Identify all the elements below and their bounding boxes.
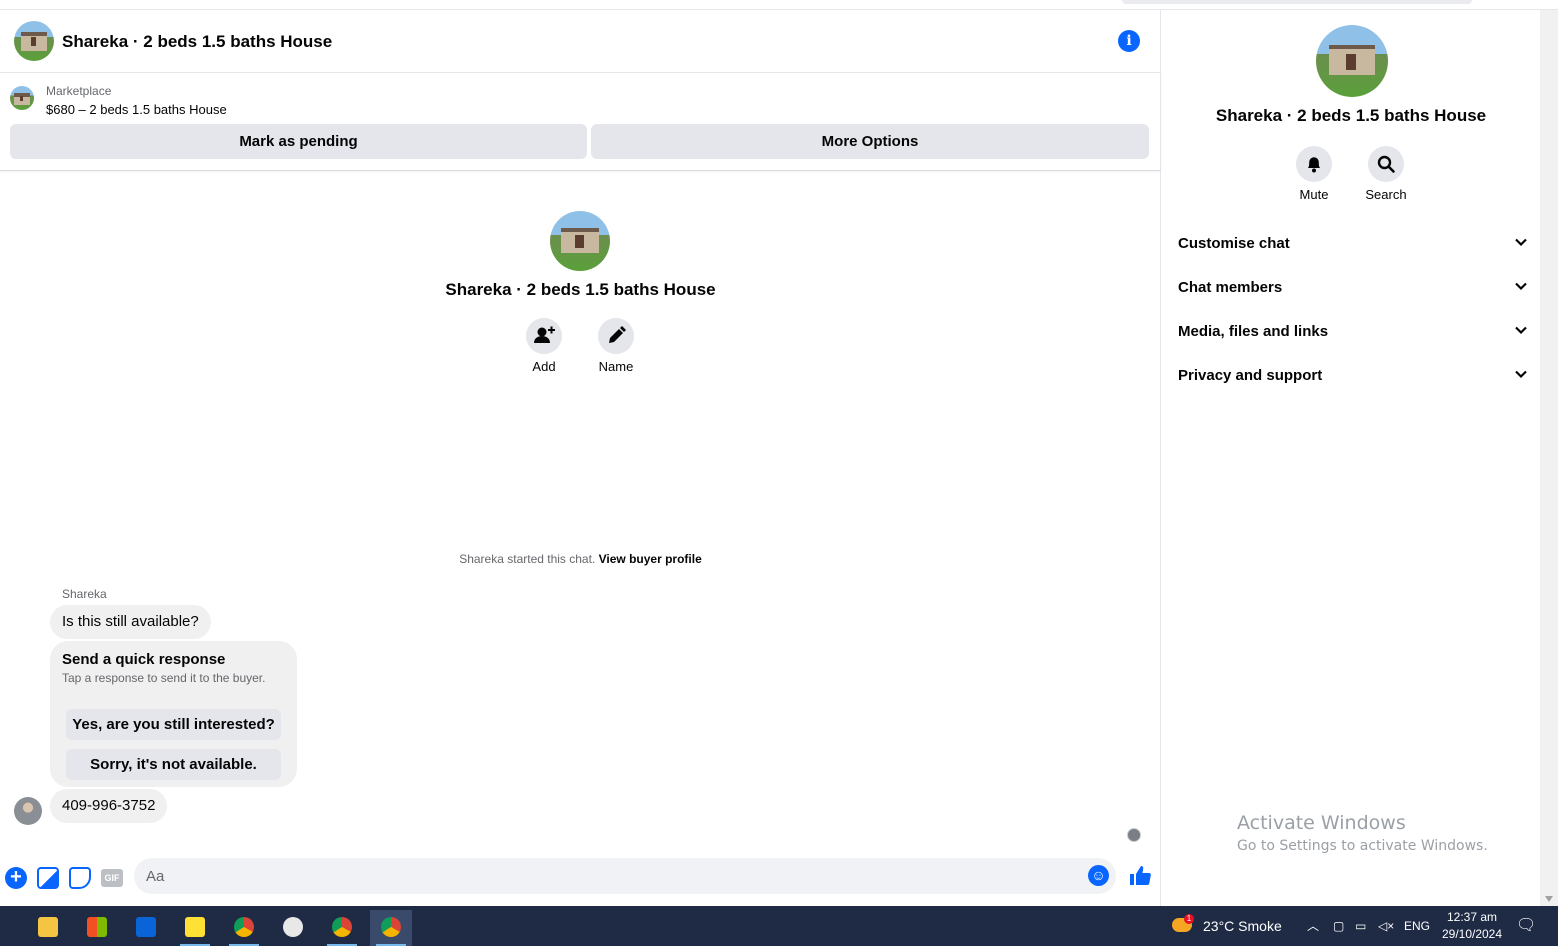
marketplace-listing-banner: Marketplace $680 – 2 beds 1.5 baths Hous…: [0, 73, 1161, 171]
section-label: Media, files and links: [1178, 323, 1329, 340]
chrome-pc-taskbar-button[interactable]: [321, 910, 363, 946]
gif-icon[interactable]: GIF: [101, 869, 123, 887]
chrome-icon: [234, 917, 254, 937]
chevron-down-icon: [1515, 282, 1527, 291]
seen-indicator-avatar: [1127, 828, 1141, 842]
messenger-app: Shareka · 2 beds 1.5 baths House i Marke…: [0, 0, 1558, 906]
name-label: Name: [598, 359, 634, 374]
chat-header: Shareka · 2 beds 1.5 baths House i: [0, 10, 1161, 73]
customise-chat-section[interactable]: Customise chat: [1178, 221, 1528, 265]
network-icon[interactable]: ▭: [1355, 906, 1366, 946]
sticker-icon[interactable]: [69, 867, 91, 889]
scroll-down-arrow-icon[interactable]: [1545, 896, 1553, 902]
weather-icon[interactable]: 1: [1172, 906, 1194, 946]
mark-as-pending-button[interactable]: Mark as pending: [10, 124, 587, 159]
chrome-icon: [381, 917, 401, 937]
weather-badge: 1: [1184, 914, 1194, 924]
clock-date: 29/10/2024: [1441, 927, 1503, 941]
chevron-down-icon: [1515, 326, 1527, 335]
sidebar-avatar[interactable]: [1316, 25, 1388, 97]
chat-members-section[interactable]: Chat members: [1178, 265, 1528, 309]
mail-icon: [136, 917, 156, 937]
plus-icon[interactable]: +: [5, 867, 27, 889]
name-button[interactable]: [598, 318, 634, 354]
sticky-notes-taskbar-button[interactable]: [174, 910, 216, 946]
quick-response-yes-button[interactable]: Yes, are you still interested?: [66, 709, 281, 740]
message-bubble[interactable]: Is this still available?: [50, 605, 211, 639]
quick-response-title: Send a quick response: [62, 651, 226, 668]
language-indicator[interactable]: ENG: [1404, 906, 1430, 946]
chat-details-sidebar: Shareka · 2 beds 1.5 baths House Mute Se…: [1162, 10, 1540, 906]
bell-icon: [1308, 157, 1320, 173]
paint-taskbar-button[interactable]: [272, 910, 314, 946]
thumbs-up-icon[interactable]: [1128, 864, 1152, 888]
info-icon[interactable]: i: [1118, 30, 1140, 52]
chrome-profile-taskbar-button[interactable]: [223, 910, 265, 946]
chrome-active-taskbar-button[interactable]: [370, 910, 412, 946]
listing-source: Marketplace: [46, 84, 112, 98]
mute-button[interactable]: [1296, 146, 1332, 182]
chrome-icon: [332, 917, 352, 937]
store-icon: [87, 917, 107, 937]
privacy-support-section[interactable]: Privacy and support: [1178, 353, 1528, 397]
chat-panel: Shareka · 2 beds 1.5 baths House i Marke…: [0, 10, 1161, 906]
chevron-down-icon: [1515, 238, 1527, 247]
view-buyer-profile-link[interactable]: View buyer profile: [599, 552, 702, 566]
store-taskbar-button[interactable]: [76, 910, 118, 946]
weather-text[interactable]: 23°C Smoke: [1203, 906, 1282, 946]
clock-time: 12:37 am: [1446, 910, 1498, 924]
pencil-icon: [609, 326, 626, 343]
mute-label: Mute: [1299, 187, 1329, 202]
mail-taskbar-button[interactable]: [125, 910, 167, 946]
quick-response-subtitle: Tap a response to send it to the buyer.: [62, 671, 266, 685]
folder-icon: [38, 917, 58, 937]
quick-response-sorry-button[interactable]: Sorry, it's not available.: [66, 749, 281, 780]
chat-title[interactable]: Shareka · 2 beds 1.5 baths House: [62, 32, 332, 52]
sticky-note-icon: [185, 917, 205, 937]
more-options-button[interactable]: More Options: [591, 124, 1149, 159]
file-explorer-taskbar-button[interactable]: [27, 910, 69, 946]
search-icon: [1377, 155, 1395, 173]
section-label: Privacy and support: [1178, 367, 1323, 384]
activate-windows-watermark: Activate Windows Go to Settings to activ…: [1237, 812, 1488, 854]
conversation-avatar: [550, 211, 610, 271]
search-label: Search: [1365, 187, 1407, 202]
media-files-links-section[interactable]: Media, files and links: [1178, 309, 1528, 353]
listing-title[interactable]: $680 – 2 beds 1.5 baths House: [46, 102, 227, 117]
section-label: Chat members: [1178, 279, 1283, 296]
add-person-icon: [534, 326, 555, 343]
message-composer: + GIF ☺: [0, 855, 1161, 905]
chevron-up-icon[interactable]: ︿: [1307, 906, 1319, 946]
conversation-title: Shareka · 2 beds 1.5 baths House: [445, 280, 716, 299]
started-text: Shareka started this chat.: [459, 552, 596, 566]
popup-shadow: [1122, 0, 1472, 4]
taskbar-clock[interactable]: 12:37 am 29/10/2024: [1432, 909, 1512, 943]
emoji-icon[interactable]: ☺: [1088, 865, 1109, 886]
add-button[interactable]: [526, 318, 562, 354]
windows-taskbar: 1 23°C Smoke ︿ ▢ ▭ ◁× ENG 12:37 am 29/10…: [0, 906, 1558, 946]
sender-avatar[interactable]: [14, 797, 42, 825]
section-label: Customise chat: [1178, 235, 1290, 252]
sender-name: Shareka: [62, 587, 107, 601]
listing-thumbnail[interactable]: [10, 86, 34, 110]
photo-icon[interactable]: [37, 867, 59, 889]
meet-now-icon[interactable]: ▢: [1333, 906, 1344, 946]
chat-avatar[interactable]: [14, 21, 54, 61]
palette-icon: [283, 917, 303, 937]
search-button[interactable]: [1368, 146, 1404, 182]
browser-top-strip: [0, 0, 1558, 10]
chat-started-notice: Shareka started this chat. View buyer pr…: [0, 552, 1161, 566]
watermark-line1: Activate Windows: [1237, 812, 1406, 834]
volume-muted-icon[interactable]: ◁×: [1378, 906, 1394, 946]
message-input[interactable]: [134, 858, 1116, 894]
sidebar-title: Shareka · 2 beds 1.5 baths House: [1215, 106, 1487, 125]
watermark-line2: Go to Settings to activate Windows.: [1237, 838, 1488, 854]
message-bubble[interactable]: 409-996-3752: [50, 789, 168, 823]
add-label: Add: [532, 359, 556, 374]
chevron-down-icon: [1515, 370, 1527, 379]
page-scrollbar[interactable]: [1540, 10, 1558, 906]
quick-response-card: Send a quick response Tap a response to …: [50, 641, 297, 787]
notification-center-icon[interactable]: 🗨: [1516, 906, 1536, 946]
